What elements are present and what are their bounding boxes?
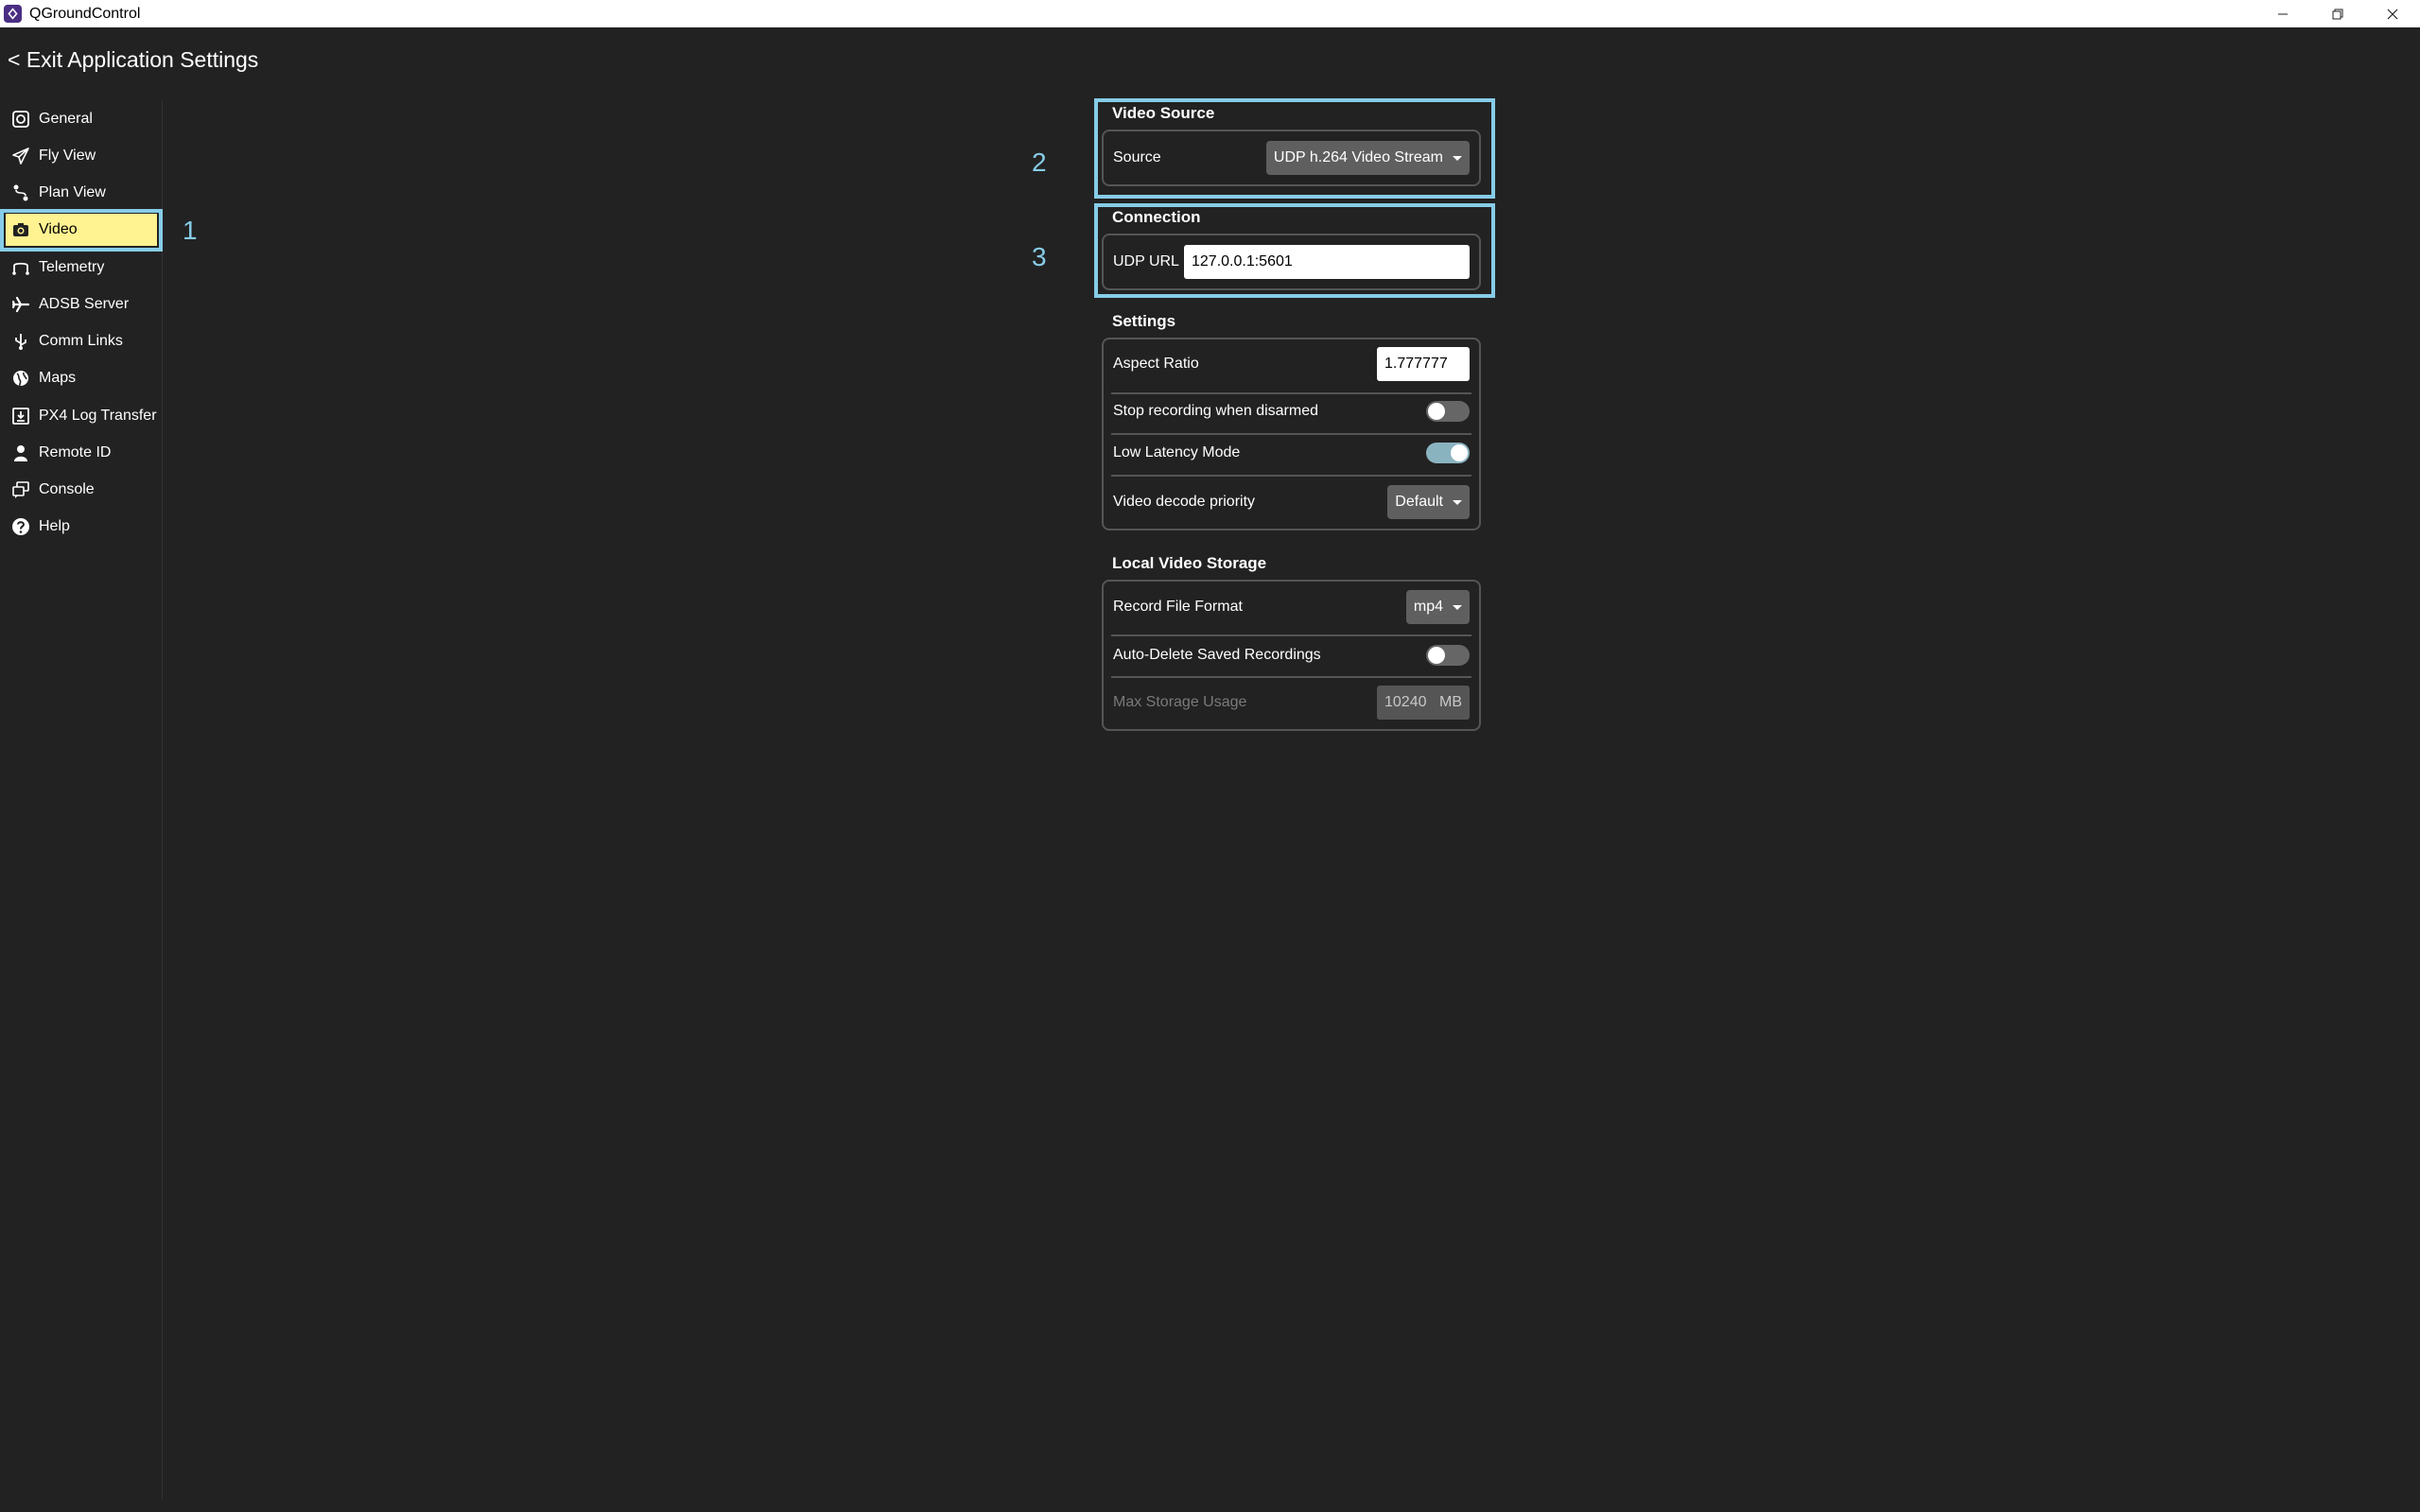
local-video-storage-title: Local Video Storage (1112, 554, 1267, 572)
sidebar-item-video[interactable]: Video (6, 214, 157, 246)
paper-plane-icon (10, 146, 31, 166)
minimize-icon[interactable] (2255, 0, 2310, 27)
max-storage-usage-input: 10240 MB (1377, 686, 1470, 720)
source-dropdown-value: UDP h.264 Video Stream (1273, 149, 1443, 165)
connection-title: Connection (1112, 208, 1201, 226)
callout-number-3: 3 (1032, 242, 1047, 271)
row-divider (1111, 676, 1471, 678)
sidebar-item-maps[interactable]: Maps (6, 362, 157, 394)
sidebar-item-label: Plan View (39, 184, 106, 200)
sidebar-item-fly-view[interactable]: Fly View (6, 140, 157, 172)
low-latency-label: Low Latency Mode (1113, 444, 1241, 461)
row-divider (1111, 634, 1471, 636)
max-storage-usage-unit: MB (1439, 694, 1462, 710)
auto-delete-label: Auto-Delete Saved Recordings (1113, 647, 1321, 663)
record-file-format-dropdown[interactable]: mp4 (1405, 590, 1470, 624)
sidebar-item-label: Telemetry (39, 259, 105, 275)
person-icon (10, 443, 31, 463)
row-divider (1111, 475, 1471, 477)
connection-panel: UDP URL 127.0.0.1:5601 (1102, 234, 1481, 290)
sidebar-item-label: General (39, 111, 93, 127)
chevron-down-icon (1453, 500, 1462, 505)
route-icon (10, 182, 31, 203)
sidebar-item-label: Maps (39, 370, 77, 386)
udp-url-label: UDP URL (1113, 253, 1179, 269)
max-storage-usage-value: 10240 (1384, 694, 1427, 710)
qgc-app-icon (4, 5, 22, 23)
sidebar-item-comm-links[interactable]: Comm Links (6, 325, 157, 357)
video-source-title: Video Source (1112, 104, 1215, 122)
row-divider (1111, 433, 1471, 435)
sidebar-item-label: Video (39, 221, 78, 237)
sidebar-item-help[interactable]: Help (6, 511, 157, 543)
sidebar-item-label: PX4 Log Transfer (39, 408, 157, 424)
settings-panel: Aspect Ratio 1.777777 Stop recording whe… (1102, 338, 1481, 530)
globe-icon (10, 368, 31, 389)
sidebar-item-telemetry[interactable]: Telemetry (6, 252, 157, 284)
title-bar: QGroundControl (0, 0, 2420, 27)
stop-recording-toggle[interactable] (1426, 401, 1470, 422)
video-source-panel: Source UDP h.264 Video Stream (1102, 130, 1481, 186)
aspect-ratio-label: Aspect Ratio (1113, 356, 1199, 372)
sidebar-item-label: ADSB Server (39, 296, 130, 312)
telemetry-icon (10, 257, 31, 278)
video-decode-priority-dropdown[interactable]: Default (1387, 485, 1470, 519)
restore-icon[interactable] (2310, 0, 2365, 27)
sidebar-item-console[interactable]: Console (6, 474, 157, 506)
help-icon (10, 516, 31, 537)
download-icon (10, 406, 31, 426)
chevron-down-icon (1453, 605, 1462, 610)
sidebar-item-label: Console (39, 481, 95, 497)
camera-icon (10, 219, 31, 240)
sidebar-item-adsb-server[interactable]: ADSB Server (6, 288, 157, 321)
source-dropdown[interactable]: UDP h.264 Video Stream (1265, 141, 1470, 175)
record-file-format-label: Record File Format (1113, 599, 1243, 615)
callout-number-2: 2 (1032, 148, 1047, 177)
sidebar-item-remote-id[interactable]: Remote ID (6, 437, 157, 469)
close-icon[interactable] (2365, 0, 2420, 27)
sidebar-item-label: Fly View (39, 148, 96, 164)
sidebar-item-label: Comm Links (39, 333, 123, 349)
video-decode-priority-value: Default (1395, 494, 1443, 510)
exit-application-settings-button[interactable]: < Exit Application Settings (8, 47, 258, 73)
sidebar-item-general[interactable]: General (6, 103, 157, 135)
sidebar-divider (162, 100, 163, 1500)
window-title: QGroundControl (29, 5, 141, 22)
stop-recording-label: Stop recording when disarmed (1113, 403, 1319, 419)
settings-title: Settings (1112, 312, 1176, 330)
airplane-icon (10, 294, 31, 315)
auto-delete-toggle[interactable] (1426, 645, 1470, 666)
source-label: Source (1113, 149, 1161, 165)
chevron-down-icon (1453, 156, 1462, 161)
sidebar-item-px4-log-transfer[interactable]: PX4 Log Transfer (6, 400, 157, 432)
local-video-storage-panel: Record File Format mp4 Auto-Delete Saved… (1102, 580, 1481, 731)
callout-number-1: 1 (183, 216, 198, 245)
sidebar-item-label: Help (39, 518, 70, 534)
aspect-ratio-input[interactable]: 1.777777 (1377, 347, 1470, 381)
usb-icon (10, 331, 31, 352)
udp-url-input[interactable]: 127.0.0.1:5601 (1184, 245, 1470, 279)
sidebar-item-label: Remote ID (39, 444, 112, 461)
video-decode-priority-label: Video decode priority (1113, 494, 1256, 510)
qgc-logo-icon (10, 109, 31, 130)
record-file-format-value: mp4 (1413, 599, 1443, 615)
low-latency-toggle[interactable] (1426, 443, 1470, 463)
sidebar-item-plan-view[interactable]: Plan View (6, 177, 157, 209)
row-divider (1111, 392, 1471, 394)
chat-icon (10, 479, 31, 500)
max-storage-usage-label: Max Storage Usage (1113, 694, 1247, 710)
